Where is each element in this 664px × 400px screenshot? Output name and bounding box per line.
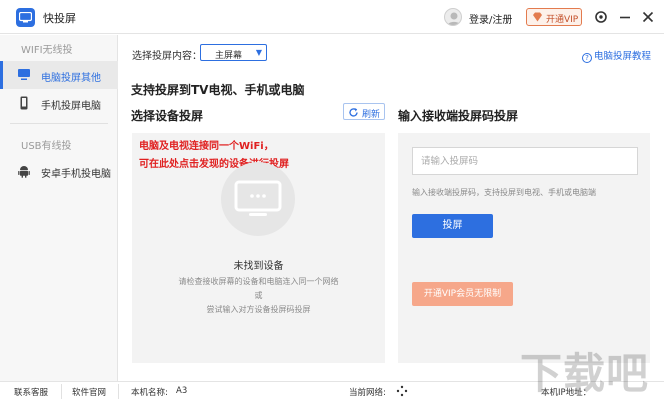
phone-icon: [20, 96, 28, 110]
vip-unlimited-button[interactable]: 开通VIP会员无限制: [412, 282, 513, 306]
watermark: 下载吧: [520, 349, 650, 398]
help-icon: ?: [582, 53, 592, 63]
cast-content-select[interactable]: 主屏幕 ▼: [200, 44, 267, 61]
tv-icon: [221, 162, 295, 236]
usb-section-label: USB有线投: [21, 141, 72, 152]
cast-button[interactable]: 投屏: [412, 214, 493, 238]
chevron-down-icon: ▼: [255, 48, 262, 57]
tutorial-link-label: 电脑投屏教程: [594, 51, 652, 62]
page-title: 支持投屏到TV电视、手机或电脑: [131, 83, 305, 97]
loading-icon: [396, 385, 408, 397]
divider: [118, 384, 119, 399]
machine-name-label: 本机名称:: [131, 388, 168, 398]
wifi-hint-line1: 电脑及电视连接同一个WiFi，: [139, 141, 274, 152]
sidebar-item-phone-cast-pc[interactable]: 手机投屏电脑: [0, 89, 118, 117]
device-cast-title: 选择设备投屏: [131, 109, 204, 123]
sidebar-item-pc-cast-other[interactable]: 电脑投屏其他: [0, 61, 118, 89]
minimize-icon[interactable]: [617, 9, 633, 25]
empty-state-desc: 请检查接收屏幕的设备和电脑连入同一个网络: [178, 277, 339, 286]
settings-icon[interactable]: [593, 9, 609, 25]
network-label: 当前网络:: [349, 388, 386, 398]
vip-button[interactable]: 开通VIP: [526, 8, 582, 26]
monitor-icon: [18, 69, 30, 80]
contact-support-link[interactable]: 联系客服: [14, 386, 48, 398]
diamond-icon: [533, 12, 542, 22]
refresh-icon: [349, 108, 358, 117]
refresh-label: 刷新: [362, 110, 381, 120]
main-content: 选择投屏内容： 主屏幕 ▼ ? 电脑投屏教程 支持投屏到TV电视、手机或电脑 选择…: [118, 35, 664, 381]
vip-button-label: 开通VIP: [546, 15, 579, 25]
empty-state-title: 未找到设备: [233, 261, 284, 272]
sidebar-item-android-cast-pc[interactable]: 安卓手机投电脑: [0, 157, 118, 185]
title-bar: 快投屏 登录/注册 开通VIP: [0, 0, 664, 34]
official-site-link[interactable]: 软件官网: [72, 386, 106, 398]
avatar[interactable]: [444, 8, 462, 26]
divider: [61, 384, 62, 399]
app-title: 快投屏: [43, 12, 76, 25]
sidebar-item-label: 安卓手机投电脑: [41, 169, 111, 180]
machine-name-value: A3: [176, 386, 188, 396]
empty-state-desc: 尝试输入对方设备投屏码投屏: [206, 305, 311, 314]
sidebar-item-label: 电脑投屏其他: [41, 73, 101, 84]
close-icon[interactable]: [640, 9, 656, 25]
cast-code-panel: 输入接收端投屏码，支持投屏到电视、手机或电脑端 投屏 开通VIP会员无限制: [398, 133, 650, 363]
active-indicator: [0, 61, 3, 89]
refresh-button[interactable]: 刷新: [343, 103, 385, 120]
cast-content-value: 主屏幕: [215, 51, 243, 61]
tutorial-link[interactable]: ? 电脑投屏教程: [582, 48, 651, 63]
cast-content-label: 选择投屏内容：: [132, 51, 202, 62]
device-list-panel[interactable]: 电脑及电视连接同一个WiFi， 可在此处点击发现的设备进行投屏 未找到设备 请检…: [132, 133, 385, 363]
app-logo-icon: [16, 8, 35, 27]
cast-code-input[interactable]: [412, 147, 638, 175]
code-cast-title: 输入接收端投屏码投屏: [398, 109, 519, 123]
sidebar: WIFI无线投 电脑投屏其他 手机投屏电脑 USB有线投 安卓手机投电脑: [0, 35, 118, 381]
android-icon: [18, 166, 30, 178]
login-register-link[interactable]: 登录/注册: [469, 11, 512, 26]
sidebar-divider: [10, 123, 108, 124]
cast-code-hint: 输入接收端投屏码，支持投屏到电视、手机或电脑端: [412, 188, 596, 197]
wifi-section-label: WIFI无线投: [21, 45, 73, 56]
sidebar-item-label: 手机投屏电脑: [41, 101, 101, 112]
empty-state-desc: 或: [254, 291, 263, 300]
